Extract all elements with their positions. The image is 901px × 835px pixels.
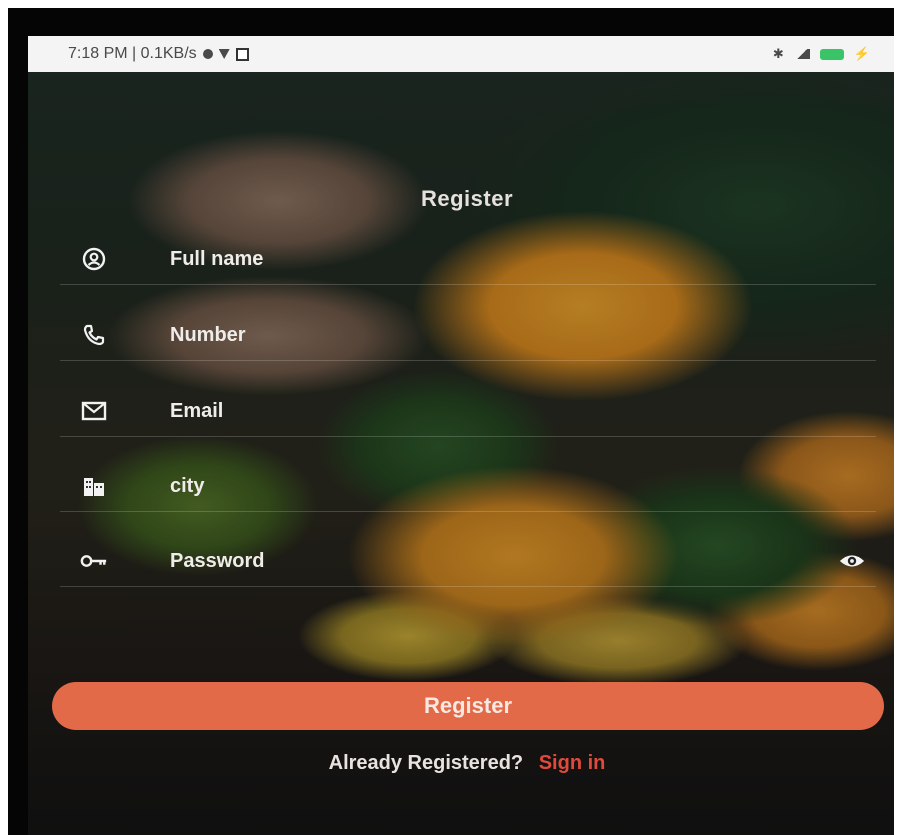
number-placeholder: Number xyxy=(170,323,246,346)
password-placeholder: Password xyxy=(170,549,265,572)
status-bar-left: 7:18 PM | 0.1KB/s xyxy=(68,45,249,63)
signal-icon xyxy=(793,49,810,59)
email-field[interactable]: Email xyxy=(60,386,876,437)
full-name-placeholder: Full name xyxy=(170,247,264,270)
sign-in-link[interactable]: Sign in xyxy=(539,752,606,774)
full-name-field[interactable]: Full name xyxy=(60,234,876,285)
notification-icon xyxy=(202,49,213,59)
city-icon xyxy=(80,474,108,498)
screenshot-frame: 7:18 PM | 0.1KB/s ✱ ⚡ Register Full name… xyxy=(8,8,894,835)
city-placeholder: city xyxy=(170,474,205,497)
status-bar-right: ✱ ⚡ xyxy=(773,46,870,62)
screen-record-icon xyxy=(235,47,249,61)
email-icon xyxy=(80,399,108,423)
email-placeholder: Email xyxy=(170,399,224,422)
sign-in-row: Already Registered? Sign in xyxy=(28,752,894,775)
key-icon xyxy=(80,549,108,573)
app-screen: 7:18 PM | 0.1KB/s ✱ ⚡ Register Full name… xyxy=(28,36,894,835)
battery-icon xyxy=(819,48,844,60)
charging-icon: ⚡ xyxy=(853,46,870,61)
eye-icon[interactable] xyxy=(838,549,866,573)
already-registered-text: Already Registered? xyxy=(328,752,524,774)
wifi-icon xyxy=(218,49,230,59)
person-icon xyxy=(80,247,108,271)
city-field[interactable]: city xyxy=(60,461,876,512)
phone-icon xyxy=(80,323,108,347)
register-button[interactable]: Register xyxy=(52,682,884,730)
status-time: 7:18 PM | 0.1KB/s xyxy=(68,45,197,62)
bluetooth-icon: ✱ xyxy=(772,46,784,61)
status-bar: 7:18 PM | 0.1KB/s ✱ ⚡ xyxy=(28,36,894,72)
password-field[interactable]: Password xyxy=(60,536,876,587)
page-title: Register xyxy=(420,186,514,211)
number-field[interactable]: Number xyxy=(60,310,876,361)
